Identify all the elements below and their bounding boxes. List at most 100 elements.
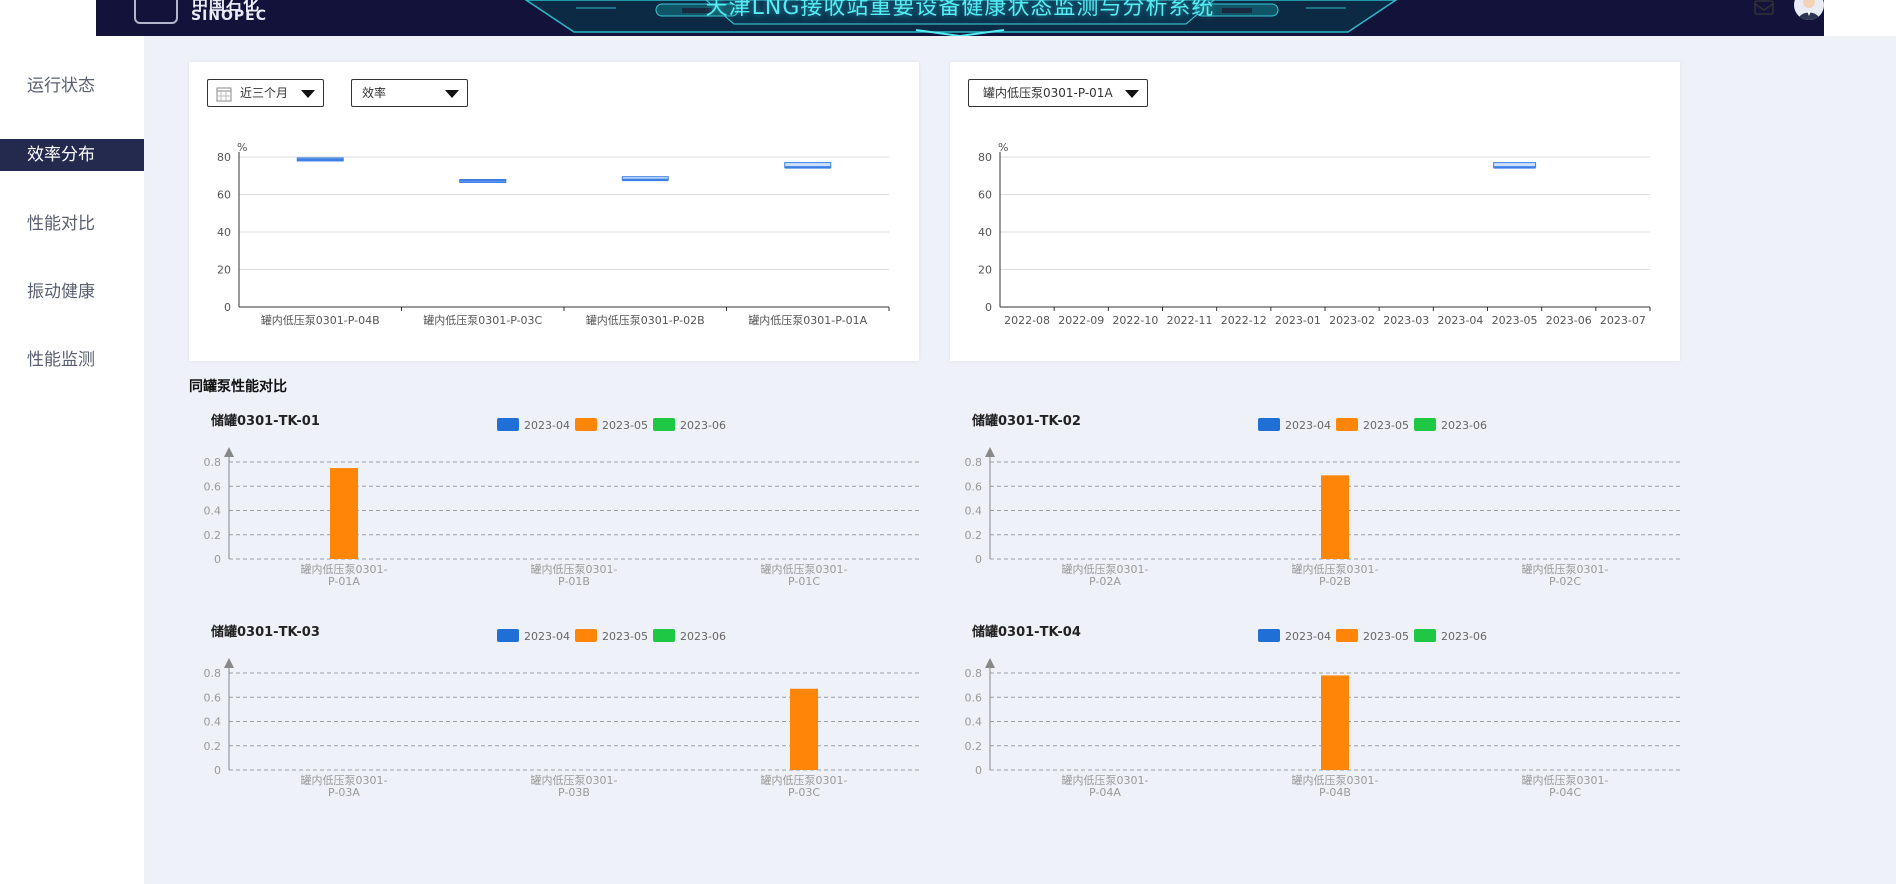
y-tick-label: 0.2 (965, 740, 983, 753)
x-tick-label: 罐内低压泵0301-P-03C (423, 313, 542, 327)
x-tick-label: 罐内低压泵0301-P-01B (531, 562, 618, 588)
y-tick-label: 80 (217, 151, 231, 164)
x-tick-label: 2022-08 (1004, 314, 1050, 327)
legend-label: 2023-06 (680, 419, 726, 432)
y-tick-label: 0 (975, 553, 982, 566)
y-axis-arrow (224, 658, 234, 668)
y-tick-label: 20 (978, 264, 992, 277)
y-tick-label: 0 (224, 301, 231, 314)
x-tick-label: 2023-01 (1275, 314, 1321, 327)
y-tick-label: 0.4 (965, 716, 983, 729)
legend-label: 2023-05 (1363, 419, 1409, 432)
legend-swatch (497, 629, 519, 642)
sidebar: 运行状态 效率分布 性能对比 振动健康 性能监测 (0, 36, 144, 884)
x-tick-label: 2022-10 (1112, 314, 1158, 327)
main-content: 近三个月 效率 % 0 20 40 60 80 罐内低压泵0301-P-04B 罐内低压泵03… (144, 36, 1896, 884)
legend-label: 2023-06 (1441, 419, 1487, 432)
y-tick-label: 0 (975, 764, 982, 777)
y-tick-label: 0.2 (965, 529, 983, 542)
bar-chart-tk-02: 储罐0301-TK-02 2023-04 2023-05 2023-06 0 0.2 0.4… (965, 413, 1680, 588)
sidebar-item-performance-monitor[interactable]: 性能监测 (0, 344, 144, 376)
x-tick-label: 2023-04 (1437, 314, 1483, 327)
app-title: 天津LNG接收站重要设备健康状态监测与分析系统 (705, 0, 1215, 20)
legend-swatch (1414, 418, 1436, 431)
y-tick-label: 60 (217, 189, 231, 202)
y-tick-label: 80 (978, 151, 992, 164)
y-tick-label: 20 (217, 264, 231, 277)
y-tick-label: 0.8 (965, 456, 983, 469)
efficiency-trend-panel: 罐内低压泵0301-P-01A % 0 20 40 60 80 2022-08 2022-09… (950, 62, 1680, 361)
x-tick-label: 2023-06 (1546, 314, 1592, 327)
legend-label: 2023-05 (1363, 630, 1409, 643)
x-tick-label: 罐内低压泵0301-P-02B (1292, 562, 1379, 588)
efficiency-by-pump-panel: 近三个月 效率 % 0 20 40 60 80 罐内低压泵0301-P-04B 罐内低压泵03… (189, 62, 919, 361)
legend-swatch (1336, 418, 1358, 431)
bar-chart-tk-04: 储罐0301-TK-04 2023-04 2023-05 2023-06 0 0.2 0.4… (965, 624, 1680, 799)
top-header: 中国石化 SINOPEC 天津LNG接收站重要设备健康状态监测与分析系统 (96, 0, 1824, 36)
legend-label: 2023-06 (1441, 630, 1487, 643)
x-tick-label: 罐内低压泵0301-P-02B (586, 313, 705, 327)
y-tick-label: 0.4 (204, 716, 222, 729)
bar-chart-tk-03: 储罐0301-TK-03 2023-04 2023-05 2023-06 0 0.2 0.4… (204, 624, 919, 799)
x-tick-label: 罐内低压泵0301-P-01A (301, 562, 388, 588)
legend-swatch (653, 629, 675, 642)
sidebar-item-performance-compare[interactable]: 性能对比 (0, 208, 144, 240)
y-tick-label: 0.2 (204, 740, 222, 753)
y-axis-arrow (985, 447, 995, 457)
x-tick-label: 罐内低压泵0301-P-01C (761, 562, 848, 588)
x-tick-label: 罐内低压泵0301-P-03B (531, 773, 618, 799)
sidebar-item-vibration[interactable]: 振动健康 (0, 276, 144, 308)
legend-label: 2023-04 (524, 630, 570, 643)
chart-title: 储罐0301-TK-04 (971, 624, 1081, 640)
bar-mark (1321, 475, 1349, 559)
x-tick-label: 2022-11 (1167, 314, 1213, 327)
x-tick-label: 罐内低压泵0301-P-03A (301, 773, 388, 799)
y-axis-arrow (985, 658, 995, 668)
y-tick-label: 0.6 (204, 480, 222, 493)
efficiency-boxplot-by-month: %0204060802022-08 2022-09 2022-10 2022-11 20… (978, 141, 1651, 327)
legend-swatch (653, 418, 675, 431)
legend-label: 2023-06 (680, 630, 726, 643)
bar-mark (790, 688, 818, 770)
chart-title: 储罐0301-TK-03 (210, 624, 320, 640)
legend-label: 2023-04 (524, 419, 570, 432)
x-tick-label: 罐内低压泵0301-P-01A (748, 313, 867, 327)
y-tick-label: 0.2 (204, 529, 222, 542)
y-tick-label: 40 (217, 226, 231, 239)
y-tick-label: 0.8 (204, 667, 222, 680)
x-tick-label: 罐内低压泵0301-P-04A (1062, 773, 1149, 799)
legend-label: 2023-04 (1285, 419, 1331, 432)
x-tick-label: 罐内低压泵0301-P-03C (761, 773, 848, 799)
x-tick-label: 罐内低压泵0301-P-02A (1062, 562, 1149, 588)
legend-swatch (1258, 629, 1280, 642)
y-tick-label: 60 (978, 189, 992, 202)
y-tick-label: 0.4 (965, 505, 983, 518)
y-tick-label: 0 (985, 301, 992, 314)
x-tick-label: 罐内低压泵0301-P-02C (1522, 562, 1609, 588)
y-axis-arrow (224, 447, 234, 457)
y-tick-label: 40 (978, 226, 992, 239)
x-tick-label: 2023-07 (1600, 314, 1646, 327)
legend-label: 2023-05 (602, 419, 648, 432)
bar-chart-tk-01: 储罐0301-TK-01 2023-04 2023-05 2023-06 0 0.2 0.4… (204, 413, 919, 588)
x-tick-label: 罐内低压泵0301-P-04B (1292, 773, 1379, 799)
x-tick-label: 2023-03 (1383, 314, 1429, 327)
sidebar-item-efficiency[interactable]: 效率分布 (0, 139, 144, 171)
y-tick-label: 0.8 (204, 456, 222, 469)
x-tick-label: 2023-05 (1492, 314, 1538, 327)
legend-label: 2023-05 (602, 630, 648, 643)
sidebar-item-run-status[interactable]: 运行状态 (0, 70, 144, 102)
message-icon[interactable] (1753, 0, 1775, 22)
legend-swatch (1414, 629, 1436, 642)
legend-swatch (497, 418, 519, 431)
y-tick-label: 0.6 (965, 691, 983, 704)
bar-mark (1321, 675, 1349, 770)
chart-title: 储罐0301-TK-02 (971, 413, 1081, 429)
y-tick-label: 0.8 (965, 667, 983, 680)
y-tick-label: 0.6 (965, 480, 983, 493)
legend-swatch (1336, 629, 1358, 642)
legend-swatch (1258, 418, 1280, 431)
y-tick-label: 0.4 (204, 505, 222, 518)
y-tick-label: 0.6 (204, 691, 222, 704)
x-tick-label: 2023-02 (1329, 314, 1375, 327)
